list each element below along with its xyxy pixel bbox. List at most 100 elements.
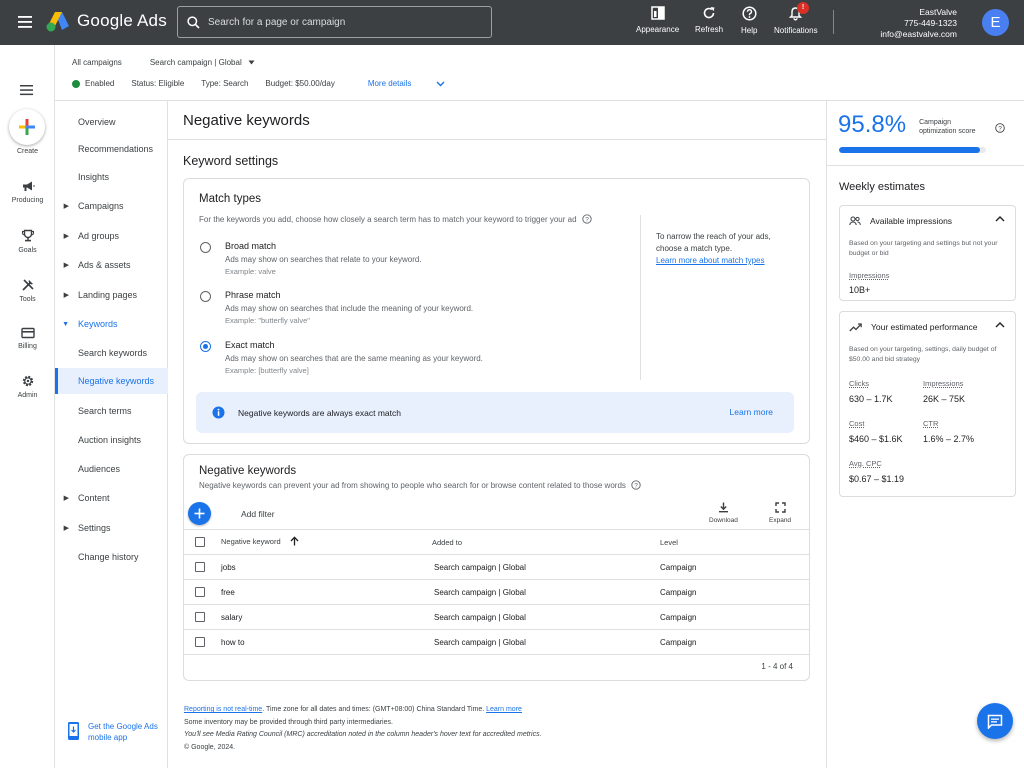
nav-item-auction-insights[interactable]: Auction insights [55,427,168,453]
column-added-to[interactable]: Added to [432,538,462,547]
refresh-button[interactable]: Refresh [695,6,723,34]
available-impressions-note: Based on your targeting and settings but… [849,240,998,257]
broad-match-radio[interactable] [200,242,211,253]
expand-button[interactable]: Expand [769,502,791,524]
level-cell: Campaign [660,563,697,572]
nav-item-settings[interactable]: ▶ Settings [55,515,168,541]
broad-match-option[interactable]: Broad match Ads may show on searches tha… [200,241,422,276]
get-mobile-app-link[interactable]: Get the Google Ads mobile app [67,721,163,743]
exact-match-radio[interactable] [200,341,211,352]
create-button[interactable] [9,109,45,145]
status-enabled[interactable]: Enabled [85,79,114,88]
nav-item-recommendations[interactable]: Recommendations [55,136,168,162]
nav-item-insights[interactable]: Insights [55,164,168,190]
estimated-performance-title: Your estimated performance [871,322,978,332]
download-button[interactable]: Download [709,502,738,524]
help-icon[interactable]: ? [581,214,592,224]
reporting-link[interactable]: Reporting is not real-time [184,706,262,713]
row-checkbox[interactable] [195,637,205,647]
cost-label[interactable]: Cost [849,419,864,428]
help-icon[interactable]: ? [631,480,641,490]
chevron-up-icon[interactable] [995,215,1005,222]
account-name: EastValve [919,7,957,17]
nav-item-search-terms[interactable]: Search terms [55,398,168,424]
nav-item-overview[interactable]: Overview [55,109,168,135]
page-title: Negative keywords [183,112,310,129]
row-checkbox[interactable] [195,612,205,622]
impressions-label[interactable]: Impressions [849,271,889,280]
search-input[interactable] [208,16,478,28]
nav-item-ad-groups[interactable]: ▶ Ad groups [55,223,168,249]
footer-learn-more-link[interactable]: Learn more [486,706,522,713]
search-box[interactable] [177,6,492,38]
caret-right-icon: ▶ [63,292,69,299]
notification-badge: ! [797,2,809,14]
nav-item-negative-keywords[interactable]: Negative keywords [55,368,168,394]
avg-cpc-label[interactable]: Avg. CPC [849,459,882,468]
optimization-score[interactable]: 95.8% Campaign optimization score ? [838,111,1005,139]
broad-match-example: Example: valve [225,267,276,276]
notifications-button[interactable]: ! Notifications [774,2,818,35]
optimization-score-fill [839,147,980,153]
campaign-selector[interactable]: Search campaign | Global [150,58,255,67]
rail-item-producing[interactable]: Producing [0,180,55,204]
clicks-label[interactable]: Clicks [849,379,869,388]
google-ads-logo[interactable]: Google Ads [46,10,167,32]
keyword-cell[interactable]: salary [221,613,242,622]
plus-icon [19,119,35,135]
exact-match-option[interactable]: Exact match Ads may show on searches tha… [200,340,483,375]
help-icon[interactable]: ? [995,123,1005,133]
caret-right-icon: ▶ [63,525,69,532]
negative-keywords-description: Negative keywords can prevent your ad fr… [199,480,641,490]
avg-cpc-value: $0.67 – $1.19 [849,474,905,484]
add-filter-button[interactable]: Add filter [241,509,275,519]
chat-support-button[interactable] [977,703,1013,739]
select-all-checkbox[interactable] [195,537,205,547]
chevron-up-icon[interactable] [995,321,1005,328]
appearance-button[interactable]: Appearance [636,6,679,34]
row-checkbox[interactable] [195,587,205,597]
google-ads-logo-icon [46,12,69,32]
nav-item-search-keywords[interactable]: Search keywords [55,340,168,366]
avatar[interactable]: E [982,9,1009,36]
menu-icon[interactable] [18,15,34,29]
learn-more-match-types-link[interactable]: Learn more about match types [656,256,765,265]
rail-item-goals[interactable]: Goals [0,229,55,254]
rail-item-tools[interactable]: Tools [0,278,55,303]
nav-item-content[interactable]: ▶ Content [55,485,168,511]
row-checkbox[interactable] [195,562,205,572]
column-level[interactable]: Level [660,538,678,547]
keyword-cell[interactable]: how to [221,638,245,647]
rail-item-billing[interactable]: Billing [0,327,55,350]
add-negative-keyword-button[interactable] [188,502,211,525]
nav-item-ads-assets[interactable]: ▶ Ads & assets [55,252,168,278]
level-cell: Campaign [660,588,697,597]
breadcrumb-all-campaigns[interactable]: All campaigns [72,58,122,67]
ctr-value: 1.6% – 2.7% [923,434,975,444]
nav-item-landing-pages[interactable]: ▶ Landing pages [55,282,168,308]
nav-label: Settings [78,523,111,533]
nav-item-change-history[interactable]: Change history [55,544,168,570]
app-name: Google Ads [77,11,167,30]
nav-item-audiences[interactable]: Audiences [55,456,168,482]
ctr-label[interactable]: CTR [923,419,938,428]
more-details-button[interactable]: More details [368,79,446,88]
rail-item-admin[interactable]: Admin [0,374,55,399]
appearance-icon [650,6,665,20]
collapse-menu-icon[interactable] [20,84,34,96]
column-negative-keyword[interactable]: Negative keyword [221,536,299,546]
megaphone-icon [22,181,35,191]
keyword-cell[interactable]: jobs [221,563,236,572]
banner-learn-more-link[interactable]: Learn more [730,407,773,417]
keyword-cell[interactable]: free [221,588,235,597]
phrase-match-option[interactable]: Phrase match Ads may show on searches th… [200,290,473,325]
campaign-budget: Budget: $50.00/day [265,79,335,88]
account-info[interactable]: EastValve 775-449-1323 info@eastvalve.co… [880,7,957,40]
svg-text:?: ? [998,125,1002,132]
impressions-label[interactable]: Impressions [923,379,963,388]
nav-item-campaigns[interactable]: ▶ Campaigns [55,193,168,219]
help-button[interactable]: Help [741,6,757,35]
cost-value: $460 – $1.6K [849,434,903,444]
nav-item-keywords[interactable]: ▼ Keywords [55,311,168,337]
phrase-match-radio[interactable] [200,291,211,302]
